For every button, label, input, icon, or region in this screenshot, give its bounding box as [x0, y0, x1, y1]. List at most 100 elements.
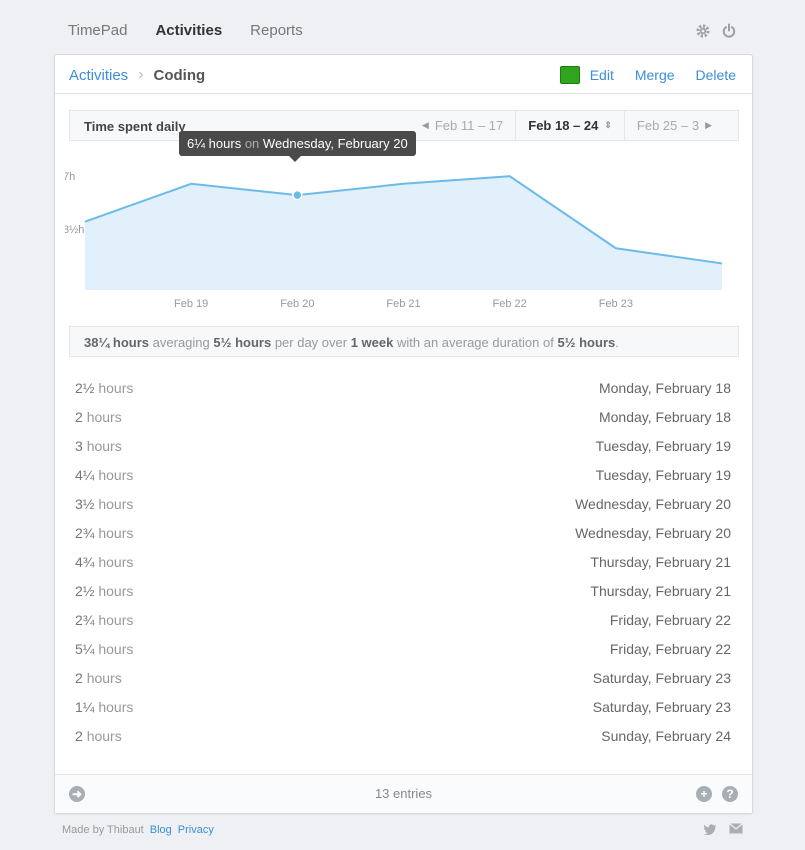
entries-count: 13 entries	[374, 786, 433, 801]
card-header: Activities › Coding Edit Merge Delete	[55, 55, 752, 94]
x-tick-label: Feb 23	[599, 298, 633, 310]
y-tick-label: 7h	[65, 171, 75, 183]
entry-row[interactable]: 2 hours Monday, February 18	[75, 409, 731, 438]
mail-icon[interactable]	[729, 823, 743, 834]
entry-day: Thursday, February 21	[590, 554, 731, 570]
entry-duration-number: 2¾	[75, 612, 95, 628]
range-title: Time spent daily	[84, 119, 186, 134]
entry-duration-unit: hours	[98, 699, 134, 715]
prev-week-label: Feb 11 – 17	[434, 118, 504, 133]
summary-avg: 5½ hours	[213, 335, 272, 350]
chart-tooltip: 6¼ hours on Wednesday, February 20	[179, 131, 416, 162]
entry-day: Monday, February 18	[598, 380, 731, 396]
summary-text: 38¼ hours averaging 5½ hours per day ove…	[84, 335, 619, 350]
entry-duration: 4¾ hours	[75, 554, 133, 583]
summary-bar: 38¼ hours averaging 5½ hours per day ove…	[69, 326, 739, 357]
nav-item-reports[interactable]: Reports	[250, 22, 303, 39]
breadcrumb-activities[interactable]: Activities	[69, 67, 128, 84]
next-week-button[interactable]: Feb 25 – 3 ▶	[625, 118, 724, 133]
updown-icon: ⇕	[604, 120, 612, 130]
breadcrumb-separator-icon: ›	[138, 66, 144, 83]
daily-time-chart[interactable]: 7h 3½h Feb 19 Feb 20 Feb 21 Feb 22 Feb 23	[65, 161, 741, 311]
entry-duration-number: 2	[75, 409, 83, 425]
card-footer: ➜ 13 entries + ?	[55, 774, 752, 813]
entry-day: Wednesday, February 20	[575, 496, 731, 512]
entry-duration-number: 2½	[75, 380, 95, 396]
entry-row[interactable]: 2 hours Sunday, February 24	[75, 728, 731, 757]
entry-duration: 2 hours	[75, 409, 122, 438]
breadcrumb: Activities › Coding	[69, 66, 205, 84]
entry-duration-number: 4¼	[75, 467, 95, 483]
entry-duration-unit: hours	[98, 583, 134, 599]
summary-period: 1 week	[350, 335, 394, 350]
entry-day: Tuesday, February 19	[595, 467, 731, 483]
gear-icon[interactable]	[695, 23, 711, 39]
entry-row[interactable]: 2½ hours Thursday, February 21	[75, 583, 731, 612]
entry-duration-unit: hours	[98, 496, 134, 512]
entry-day: Wednesday, February 20	[575, 525, 731, 541]
summary-total: 38¼ hours	[84, 335, 150, 350]
entry-day: Sunday, February 24	[601, 728, 731, 744]
entry-duration-number: 1¼	[75, 699, 95, 715]
color-swatch[interactable]	[559, 66, 580, 84]
tooltip-value: 6¼ hours	[187, 136, 242, 151]
entry-duration: 2½ hours	[75, 380, 133, 409]
merge-button[interactable]: Merge	[635, 67, 675, 83]
entry-duration: 2½ hours	[75, 583, 133, 612]
x-tick-label: Feb 20	[280, 298, 314, 310]
entries-list: 2½ hours Monday, February 18 2 hours Monday…	[75, 380, 731, 757]
brand-link[interactable]: TimePad	[68, 22, 127, 39]
entry-duration: 2¾ hours	[75, 525, 133, 554]
current-week-label: Feb 18 – 24	[528, 118, 599, 133]
activity-card: Activities › Coding Edit Merge Delete Ti…	[54, 54, 753, 814]
entry-duration-number: 5¼	[75, 641, 95, 657]
entry-duration-number: 2¾	[75, 525, 95, 541]
tooltip-date: Wednesday, February 20	[262, 136, 408, 151]
entry-day: Friday, February 22	[609, 641, 731, 657]
entry-row[interactable]: 3½ hours Wednesday, February 20	[75, 496, 731, 525]
chart-highlight-point[interactable]	[292, 189, 303, 201]
help-icon[interactable]: ?	[722, 786, 738, 802]
chart-area	[85, 176, 722, 290]
entry-row[interactable]: 4¾ hours Thursday, February 21	[75, 554, 731, 583]
nav-item-activities[interactable]: Activities	[155, 22, 222, 39]
privacy-link[interactable]: Privacy	[178, 824, 214, 836]
tooltip-on: on	[244, 136, 260, 151]
triangle-right-icon: ▶	[705, 120, 712, 130]
blog-link[interactable]: Blog	[150, 824, 172, 836]
page-footer: Made by Thibaut Blog Privacy	[62, 824, 214, 836]
twitter-icon[interactable]	[703, 823, 717, 835]
entry-duration-unit: hours	[98, 612, 134, 628]
entry-row[interactable]: 5¼ hours Friday, February 22	[75, 641, 731, 670]
entry-row[interactable]: 4¼ hours Tuesday, February 19	[75, 467, 731, 496]
entry-duration: 1¼ hours	[75, 699, 133, 728]
power-icon[interactable]	[721, 23, 737, 39]
entry-duration-number: 3½	[75, 496, 95, 512]
entry-duration: 4¼ hours	[75, 467, 133, 496]
entry-row[interactable]: 3 hours Tuesday, February 19	[75, 438, 731, 467]
top-nav: TimePad Activities Reports	[68, 22, 303, 39]
entry-duration-unit: hours	[86, 438, 122, 454]
prev-week-button[interactable]: ◀ Feb 11 – 17	[410, 118, 515, 133]
entry-day: Thursday, February 21	[590, 583, 731, 599]
entry-row[interactable]: 2¾ hours Friday, February 22	[75, 612, 731, 641]
entry-duration-unit: hours	[98, 467, 134, 483]
current-week-select[interactable]: Feb 18 – 24 ⇕	[515, 111, 625, 140]
entry-duration-number: 4¾	[75, 554, 95, 570]
entry-duration-unit: hours	[98, 525, 134, 541]
add-icon[interactable]: +	[696, 786, 712, 802]
x-tick-label: Feb 22	[493, 298, 527, 310]
entry-row[interactable]: 2¾ hours Wednesday, February 20	[75, 525, 731, 554]
entry-row[interactable]: 2½ hours Monday, February 18	[75, 380, 731, 409]
entry-row[interactable]: 2 hours Saturday, February 23	[75, 670, 731, 699]
entry-duration: 3½ hours	[75, 496, 133, 525]
footer-right: + ?	[696, 786, 738, 802]
delete-button[interactable]: Delete	[696, 67, 736, 83]
summary-per-day: per day over	[274, 335, 348, 350]
entry-row[interactable]: 1¼ hours Saturday, February 23	[75, 699, 731, 728]
edit-button[interactable]: Edit	[590, 67, 614, 83]
breadcrumb-current: Coding	[153, 66, 206, 84]
entry-duration-unit: hours	[86, 728, 122, 744]
next-week-label: Feb 25 – 3	[636, 118, 700, 133]
entry-day: Friday, February 22	[609, 612, 731, 628]
